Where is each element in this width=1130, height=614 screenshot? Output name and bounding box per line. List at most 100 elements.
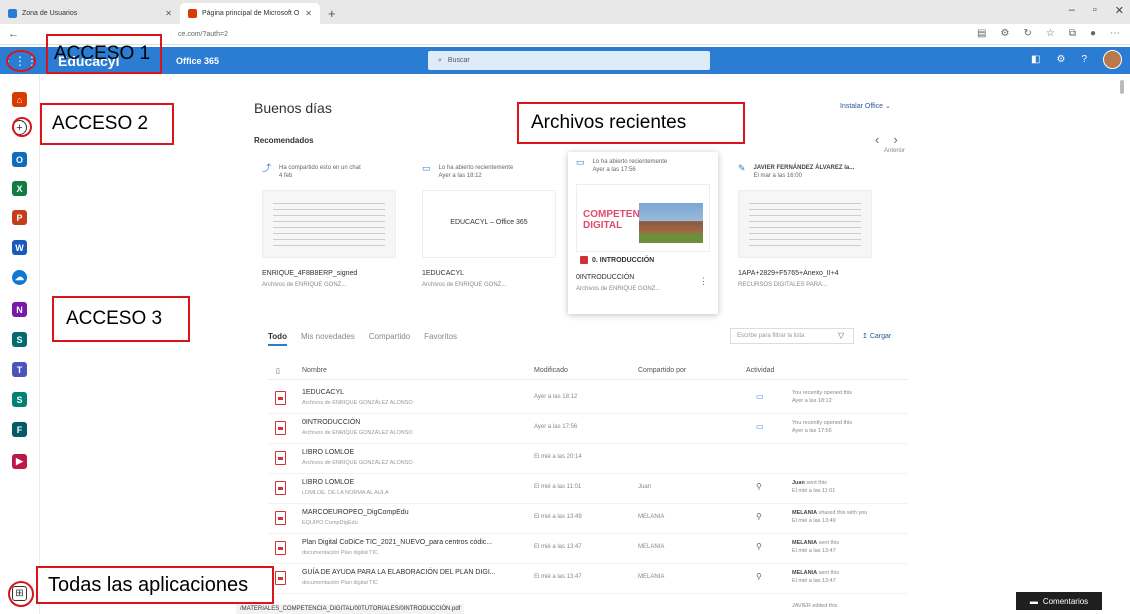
filter-input[interactable]: Escribe para filtrar la lista [730,328,854,344]
file-location: LOMLOE. DE LA NORMA AL AULA [302,490,389,496]
forms-icon[interactable]: F [12,422,27,437]
greeting-heading: Buenos días [254,100,332,116]
pdf-file-icon [275,541,286,555]
pdf-file-icon [275,571,286,585]
card-file-name: 1APA+2829+F5765+Anexo_II+4 [738,270,839,277]
more-icon[interactable]: ⋯ [1110,28,1120,39]
minimize-button[interactable]: – [1069,4,1075,17]
file-modified: El mié a las 20:14 [534,454,582,460]
card-more-icon[interactable]: ⋮ [699,276,708,287]
table-row[interactable]: LIBRO LOMLOE Archivos de ENRIQUE GONZÁLE… [268,444,908,474]
file-activity: MELANIA sent this El mié a las 13:47 [792,540,840,554]
column-modified[interactable]: Modificado [534,367,568,374]
file-name[interactable]: LIBRO LOMLOE [302,449,354,456]
file-modified: El mié a las 13:47 [534,574,582,580]
refresh-icon[interactable]: ↻ [1023,28,1031,39]
column-shared-by[interactable]: Compartido por [638,367,686,374]
browser-tab-office[interactable]: Página principal de Microsoft O ✕ [180,3,320,24]
profile-icon[interactable]: ● [1090,28,1096,39]
file-name[interactable]: 0INTRODUCCIÓN [302,419,360,426]
app-name[interactable]: Office 365 [176,56,219,66]
column-activity[interactable]: Actividad [746,367,774,374]
new-tab-button[interactable]: + [320,3,344,24]
opened-icon: ▭ [756,392,764,401]
table-row[interactable]: MARCOEUROPEO_DigCompEdu EQUIPO CompDigEd… [268,504,908,534]
feedback-icon[interactable]: ◧ [1031,54,1040,65]
collections-icon[interactable]: ⧉ [1069,28,1076,39]
table-row[interactable]: 0INTRODUCCIÓN Archivos de ENRIQUE GONZÁL… [268,414,908,444]
file-location: Archivos de ENRIQUE GONZÁLEZ ALONSO [302,430,413,436]
favorites-icon[interactable]: ☆ [1046,28,1055,39]
card-activity: ⤴ Ha compartido esto en un chat 4 feb [262,163,361,180]
settings-gear-icon[interactable]: ⚙ [1056,54,1065,65]
edit-icon: ✎ [738,163,746,173]
column-name[interactable]: Nombre [302,367,327,374]
sway-icon[interactable]: S [12,392,27,407]
next-arrow-icon[interactable]: › [893,132,911,147]
folder-open-icon: ▭ [576,157,585,167]
annotation-archivos-recientes: Archivos recientes [517,102,745,144]
table-row[interactable]: Plan Digital CoDiCe TIC_2021_NUEVO_para … [268,534,908,564]
help-icon[interactable]: ? [1081,54,1087,65]
tab-label: Zona de Usuarios [22,10,78,17]
powerpoint-icon[interactable]: P [12,210,27,225]
person-icon: ⚲ [756,512,762,521]
file-name[interactable]: MARCOEUROPEO_DigCompEdu [302,509,409,516]
outlook-icon[interactable]: O [12,152,27,167]
extensions-icon[interactable]: ⚙ [1000,28,1009,39]
person-icon: ⚲ [756,542,762,551]
file-modified: El mié a las 13:49 [534,514,582,520]
recommended-card[interactable]: ▭ Lo ha abierto recientemente Ayer a las … [414,158,564,308]
onedrive-icon[interactable]: ☁ [12,270,27,285]
install-office-button[interactable]: Instalar Office ⌄ [840,102,891,110]
share-icon: ⤴ [262,163,272,173]
table-row[interactable]: 1EDUCACYL Archivos de ENRIQUE GONZÁLEZ A… [268,384,908,414]
browser-tab-zona-usuarios[interactable]: Zona de Usuarios ✕ [0,3,180,24]
recommended-card[interactable]: ✎ JAVIER FERNÁNDEZ ÁLVAREZ la... El mar a… [730,158,888,308]
teams-icon[interactable]: T [12,362,27,377]
filter-funnel-icon[interactable]: ▽ [838,331,844,340]
restore-button[interactable]: ▫ [1093,4,1097,17]
office-header: ⋮⋮⋮ Educacyl Office 365 ⌕ Buscar ◧ ⚙ ? [0,47,1130,74]
table-row[interactable]: LIBRO LOMLOE LOMLOE. DE LA NORMA AL AULA… [268,474,908,504]
avatar[interactable] [1103,50,1122,69]
home-icon[interactable]: ⌂ [12,92,27,107]
building-photo [639,203,703,243]
tab-todo[interactable]: Todo [268,332,287,346]
annotation-acceso-3: ACCESO 3 [52,296,190,342]
recommended-card-selected[interactable]: ▭ Lo ha abierto recientemente Ayer a las … [568,152,718,314]
file-name[interactable]: LIBRO LOMLOE [302,479,354,486]
back-arrow-icon[interactable]: ← [8,28,28,40]
search-input[interactable]: ⌕ Buscar [428,51,710,70]
sharepoint-icon[interactable]: S [12,332,27,347]
file-name[interactable]: 1EDUCACYL [302,389,344,396]
previous-arrow-icon[interactable]: ‹ [875,132,893,147]
card-file-location: Archivos de ENRIQUE GONZ... [262,282,347,288]
annotation-waffle-circle [6,50,36,72]
url-field[interactable]: ce.com/?auth=2 [178,31,228,38]
tab-favicon-icon [188,9,197,18]
close-tab-icon[interactable]: ✕ [165,9,172,18]
recommended-card[interactable]: ⤴ Ha compartido esto en un chat 4 feb ENR… [254,158,404,308]
onenote-icon[interactable]: N [12,302,27,317]
reader-icon[interactable]: ▤ [977,28,986,39]
file-name[interactable]: GUÍA DE AYUDA PARA LA ELABORACIÓN DEL PL… [302,569,496,576]
file-activity: Juan sent this El mié a las 11:01 [792,480,836,494]
browser-toolbar-icons: ▤ ⚙ ↻ ☆ ⧉ ● ⋯ [977,28,1120,39]
table-row[interactable]: GUÍA DE AYUDA PARA LA ELABORACIÓN DEL PL… [268,564,908,594]
tab-favoritos[interactable]: Favoritos [424,332,457,346]
tab-favicon-icon [8,9,17,18]
file-shared-by: MELANIA [638,514,665,520]
excel-icon[interactable]: X [12,181,27,196]
tab-compartido[interactable]: Compartido [369,332,410,346]
stream-icon[interactable]: ▶ [12,454,27,469]
file-name[interactable]: Plan Digital CoDiCe TIC_2021_NUEVO_para … [302,539,492,546]
word-icon[interactable]: W [12,240,27,255]
annotation-todas-aplicaciones: Todas las aplicaciones [36,566,274,604]
close-tab-icon[interactable]: ✕ [305,9,312,18]
digital-title: COMPETENCIA DIGITAL [583,209,657,231]
comments-button[interactable]: ▬ Comentarios [1016,592,1102,610]
tab-mis-novedades[interactable]: Mis novedades [301,332,355,346]
upload-button[interactable]: ↥ Cargar [862,332,891,340]
close-window-button[interactable]: ✕ [1115,4,1124,17]
